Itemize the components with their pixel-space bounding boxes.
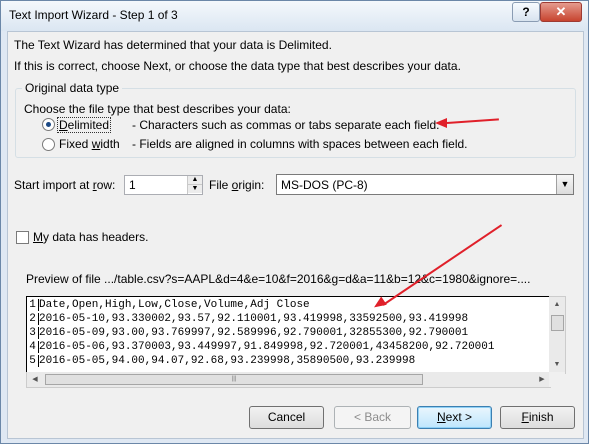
scroll-down-icon[interactable]: ▼ — [549, 357, 565, 373]
scroll-left-icon[interactable]: ◀ — [27, 372, 43, 387]
headers-checkbox[interactable] — [16, 231, 29, 244]
delimited-radio[interactable] — [42, 118, 55, 131]
preview-pane[interactable]: 1 Date,Open,High,Low,Close,Volume,Adj Cl… — [26, 296, 551, 374]
scroll-right-icon[interactable]: ▶ — [534, 372, 550, 387]
intro-line-2: If this is correct, choose Next, or choo… — [14, 59, 461, 73]
delimited-label[interactable]: Delimited — [57, 117, 112, 133]
next-button[interactable]: Next > — [417, 406, 492, 429]
finish-button[interactable]: Finish — [500, 406, 575, 429]
close-button[interactable]: ✕ — [540, 2, 582, 22]
file-type-prompt: Choose the file type that best describes… — [24, 102, 291, 116]
preview-vertical-scrollbar[interactable]: ▲ ▼ — [549, 296, 566, 374]
preview-row: 2016-05-10,93.330002,93.57,92.110001,93.… — [39, 313, 469, 325]
start-row-value[interactable]: 1 — [129, 178, 136, 192]
spin-down-icon[interactable]: ▼ — [188, 185, 202, 193]
row-number: 5 — [27, 355, 39, 367]
grip-icon: ||| — [231, 376, 237, 382]
spinner-buttons: ▲ ▼ — [187, 176, 202, 194]
row-number: 1 — [27, 299, 39, 311]
help-button[interactable]: ? — [512, 2, 540, 22]
preview-row: Date,Open,High,Low,Close,Volume,Adj Clos… — [39, 299, 310, 311]
back-button[interactable]: < Back — [334, 406, 411, 429]
start-row-spinner[interactable]: 1 ▲ ▼ — [124, 175, 203, 195]
dialog-body: The Text Wizard has determined that your… — [7, 31, 584, 439]
dialog-title: Text Import Wizard - Step 1 of 3 — [9, 8, 178, 22]
file-origin-select[interactable]: MS-DOS (PC-8) ▼ — [276, 174, 574, 195]
scroll-up-icon[interactable]: ▲ — [549, 297, 565, 313]
annotation-arrow-head — [435, 118, 447, 128]
headers-checkbox-label[interactable]: My data has headers. — [33, 230, 148, 244]
preview-row: 2016-05-05,94.00,94.07,92.68,93.239998,3… — [39, 355, 416, 367]
scrollbar-corner — [549, 372, 565, 387]
preview-row: 2016-05-09,93.00,93.769997,92.589996,92.… — [39, 327, 469, 339]
row-number: 2 — [27, 313, 39, 325]
chevron-down-icon[interactable]: ▼ — [556, 175, 573, 194]
fixed-width-radio[interactable] — [42, 138, 55, 151]
fixed-width-label[interactable]: Fixed width — [59, 137, 120, 151]
file-origin-label: File origin: — [209, 178, 265, 192]
horizontal-scroll-thumb[interactable]: ||| — [45, 374, 423, 385]
fixed-width-description: - Fields are aligned in columns with spa… — [132, 137, 468, 151]
start-row-label: Start import at row: — [14, 178, 116, 192]
cancel-button[interactable]: Cancel — [249, 406, 324, 429]
intro-line-1: The Text Wizard has determined that your… — [14, 38, 332, 52]
text-import-wizard-dialog: Text Import Wizard - Step 1 of 3 ? ✕ The… — [0, 0, 589, 444]
row-number: 4 — [27, 341, 39, 353]
vertical-scroll-thumb[interactable] — [551, 315, 564, 331]
group-legend: Original data type — [22, 81, 123, 95]
file-origin-value: MS-DOS (PC-8) — [281, 178, 368, 192]
preview-label: Preview of file .../table.csv?s=AAPL&d=4… — [26, 272, 531, 286]
preview-row: 2016-05-06,93.370003,93.449997,91.849998… — [39, 341, 495, 353]
preview-horizontal-scrollbar[interactable]: ◀ ||| ▶ — [26, 372, 551, 388]
delimited-description: - Characters such as commas or tabs sepa… — [132, 118, 440, 132]
title-bar[interactable]: Text Import Wizard - Step 1 of 3 ? ✕ — [1, 1, 588, 31]
row-number: 3 — [27, 327, 39, 339]
spin-up-icon[interactable]: ▲ — [188, 176, 202, 185]
